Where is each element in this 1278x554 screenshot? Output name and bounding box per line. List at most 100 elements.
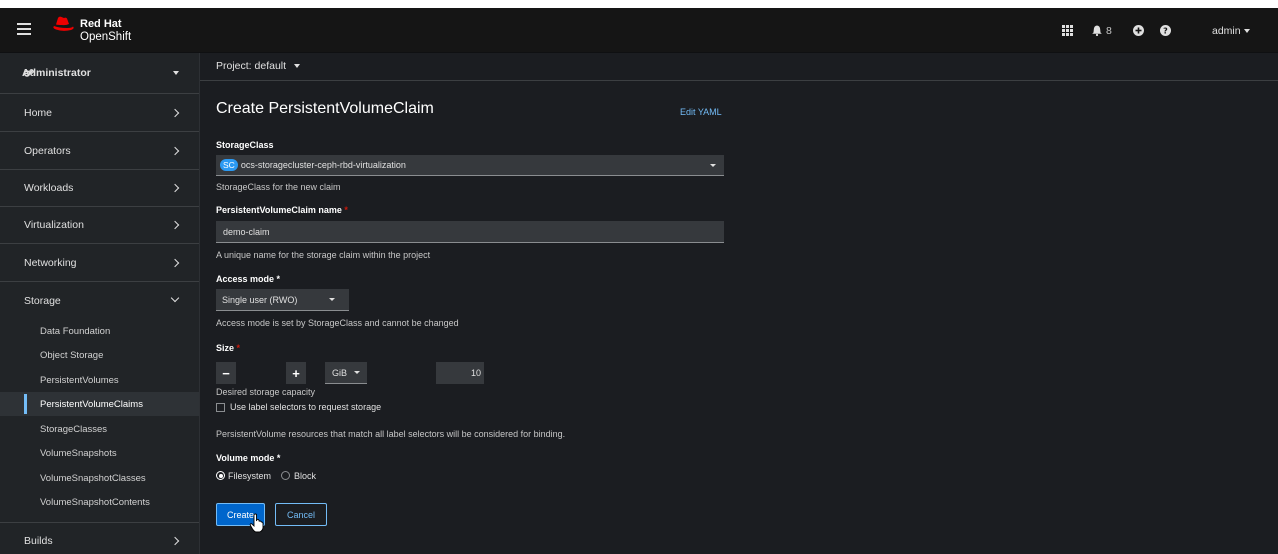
caret-down-icon (710, 164, 716, 167)
nav-item-label: VolumeSnapshotContents (40, 496, 150, 508)
user-name: admin (1212, 24, 1241, 37)
chevron-right-icon (170, 108, 180, 118)
nav-item-label: VolumeSnapshotClasses (40, 472, 146, 484)
storageclass-select[interactable]: SC ocs-storagecluster-ceph-rbd-virtualiz… (216, 155, 724, 176)
volume-mode-filesystem-label[interactable]: Filesystem (228, 471, 271, 481)
chevron-right-icon (170, 146, 180, 156)
notifications-button[interactable]: 8 (1092, 8, 1112, 53)
app-launcher-icon (1062, 25, 1073, 36)
access-mode-value: Single user (RWO) (222, 294, 298, 305)
hamburger-menu-icon[interactable] (17, 23, 31, 35)
access-mode-select[interactable]: Single user (RWO) (216, 289, 349, 311)
nav-item-storage-classes[interactable]: StorageClasses (0, 417, 199, 441)
chevron-right-icon (170, 258, 180, 268)
chevron-right-icon (170, 536, 180, 546)
nav-item-volume-snapshots[interactable]: VolumeSnapshots (0, 441, 199, 465)
volume-mode-label: Volume mode * (216, 453, 280, 463)
chevron-right-icon (170, 183, 180, 193)
nav-section-label: Operators (24, 145, 71, 157)
main-content: Project: default Create PersistentVolume… (200, 53, 1278, 554)
notification-count: 8 (1106, 24, 1112, 37)
brand-line1: Red Hat (80, 18, 122, 30)
nav-section-label: Storage (24, 294, 61, 307)
nav-section-virtualization[interactable]: Virtualization (0, 207, 199, 244)
nav-section-label: Home (24, 107, 53, 119)
user-menu[interactable]: admin (1212, 8, 1250, 53)
volume-mode-label-text: Volume mode (216, 453, 275, 463)
caret-down-icon (329, 298, 335, 301)
perspective-switcher[interactable]: Administrator (0, 53, 199, 94)
page-title: Create PersistentVolumeClaim (216, 100, 434, 117)
volume-mode-block-radio[interactable] (281, 471, 290, 480)
caret-down-icon (294, 64, 301, 68)
app-window: Red Hat OpenShift 8 ? admin Administrato… (0, 8, 1278, 554)
label-selector-label[interactable]: Use label selectors to request storage (230, 402, 381, 412)
masthead: Red Hat OpenShift 8 ? admin (0, 8, 1278, 53)
nav-item-label: PersistentVolumeClaims (40, 398, 143, 410)
required-marker: * (276, 274, 281, 284)
nav-item-volume-snapshot-classes[interactable]: VolumeSnapshotClasses (0, 466, 199, 490)
plus-circle-icon (1133, 25, 1144, 36)
pvc-name-label-text: PersistentVolumeClaim name (216, 205, 342, 215)
project-selector[interactable]: Project: default (216, 60, 301, 72)
nav-section-home[interactable]: Home (0, 95, 199, 132)
nav-section-label: Networking (24, 257, 77, 269)
nav-item-label: PersistentVolumes (40, 374, 119, 386)
nav-section-workloads[interactable]: Workloads (0, 170, 199, 207)
app-launcher-button[interactable] (1062, 8, 1073, 53)
access-mode-label: Access mode * (216, 274, 280, 284)
nav-item-persistent-volume-claims[interactable]: PersistentVolumeClaims (0, 392, 199, 416)
volume-mode-block-label[interactable]: Block (294, 471, 316, 481)
nav-item-label: Object Storage (40, 349, 104, 361)
size-help: Desired storage capacity (216, 387, 316, 397)
label-selector-checkbox[interactable] (216, 403, 225, 412)
brand-line2: OpenShift (80, 31, 132, 43)
nav-section-builds[interactable]: Builds (0, 522, 199, 554)
nav-item-object-storage[interactable]: Object Storage (0, 343, 199, 367)
help-icon: ? (1160, 25, 1171, 36)
redhat-openshift-logo[interactable]: Red Hat OpenShift (50, 13, 140, 47)
nav-item-label: VolumeSnapshots (40, 447, 117, 459)
red-hat-icon (53, 16, 74, 31)
access-mode-label-text: Access mode (216, 274, 275, 284)
chevron-down-icon (170, 293, 180, 303)
size-unit-select[interactable]: GiB (325, 362, 367, 384)
edit-yaml-link[interactable]: Edit YAML (680, 107, 722, 117)
help-button[interactable]: ? (1160, 8, 1171, 53)
sidebar: Administrator Home Operators Workloads V… (0, 53, 200, 554)
required-marker: * (344, 205, 348, 215)
size-value[interactable]: 10 (436, 362, 484, 384)
storageclass-value: ocs-storagecluster-ceph-rbd-virtualizati… (240, 160, 406, 170)
nav-section-label: Workloads (24, 182, 74, 194)
volume-mode-filesystem-radio[interactable] (216, 471, 225, 480)
nav-section-storage[interactable]: Storage (0, 282, 199, 319)
hand-pointer-icon (249, 513, 264, 533)
nav-section-label: Virtualization (24, 219, 84, 231)
nav-section-networking[interactable]: Networking (0, 245, 199, 282)
nav-item-label: Data Foundation (40, 325, 111, 337)
size-label: Size * (216, 343, 240, 353)
pvc-name-help: A unique name for the storage claim with… (216, 250, 431, 260)
nav-item-data-foundation[interactable]: Data Foundation (0, 319, 199, 343)
caret-down-icon (1243, 28, 1250, 33)
quick-create-button[interactable] (1133, 8, 1144, 53)
required-marker: * (276, 453, 281, 463)
label-selector-help: PersistentVolume resources that match al… (216, 429, 566, 439)
nav-section-operators[interactable]: Operators (0, 133, 199, 170)
required-marker: * (236, 343, 241, 353)
nav-item-label: StorageClasses (40, 423, 108, 435)
storageclass-help: StorageClass for the new claim (216, 182, 341, 192)
size-decrement-button[interactable]: − (216, 362, 236, 384)
storageclass-badge: SC (220, 159, 238, 171)
project-bar: Project: default (200, 53, 1278, 81)
pvc-name-input[interactable] (216, 221, 724, 243)
size-increment-button[interactable]: + (286, 362, 306, 384)
cancel-button[interactable]: Cancel (275, 503, 327, 526)
perspective-label: Administrator (22, 67, 91, 79)
access-mode-help: Access mode is set by StorageClass and c… (216, 318, 459, 328)
svg-text:?: ? (1163, 26, 1168, 35)
nav-item-persistent-volumes[interactable]: PersistentVolumes (0, 368, 199, 392)
nav-item-volume-snapshot-contents[interactable]: VolumeSnapshotContents (0, 490, 199, 514)
caret-down-icon (354, 371, 360, 374)
pvc-name-label: PersistentVolumeClaim name * (216, 205, 348, 215)
